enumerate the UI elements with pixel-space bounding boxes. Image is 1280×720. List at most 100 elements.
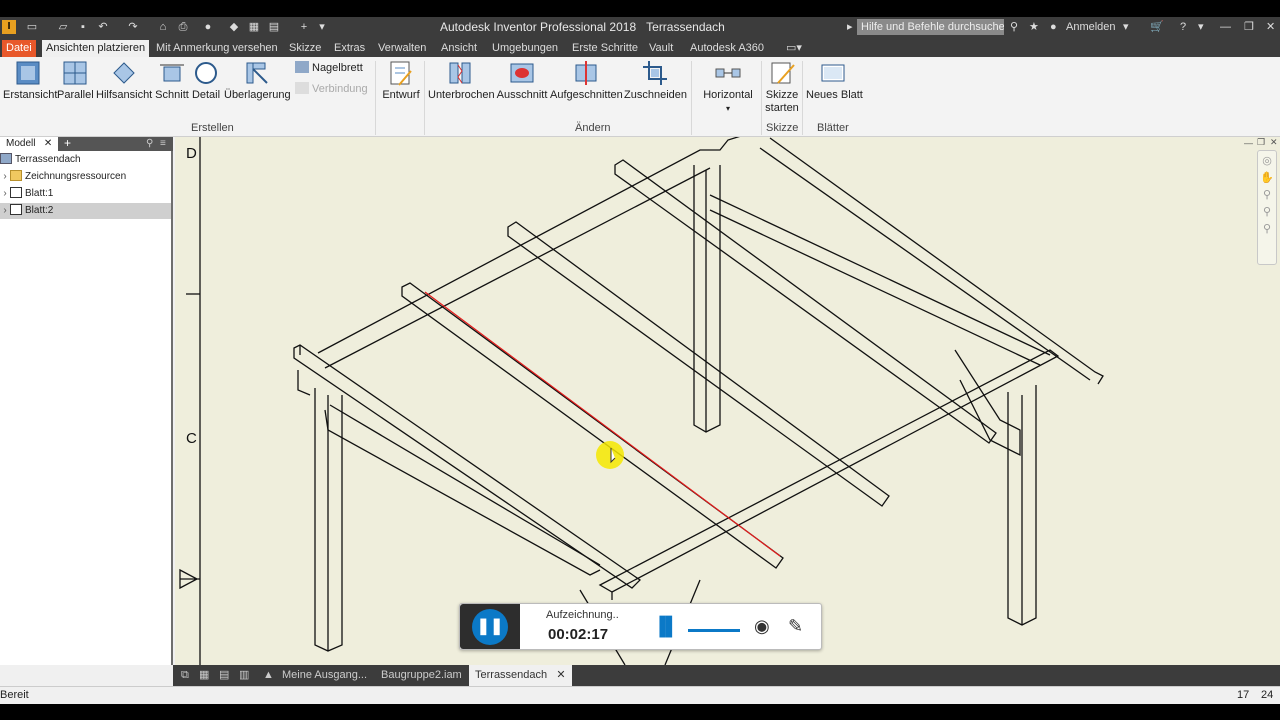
webcam-icon[interactable]: ◉ xyxy=(754,616,770,637)
break-view-icon xyxy=(449,62,471,84)
tab-autodesk-a360[interactable]: Autodesk A360 xyxy=(686,40,768,57)
doc-tab-meine-ausgang[interactable]: Meine Ausgang... xyxy=(276,665,373,686)
doc-tab-close-icon[interactable]: ✕ xyxy=(556,669,565,681)
cart-icon[interactable]: 🛒 xyxy=(1150,20,1164,34)
doc-tab-terrassendach[interactable]: Terrassendach ✕ xyxy=(469,665,572,686)
open-file-icon[interactable]: ▱ xyxy=(55,20,71,34)
tab-erste-schritte[interactable]: Erste Schritte xyxy=(568,40,642,57)
zoom-all-icon[interactable]: ⚲ xyxy=(1260,222,1274,236)
erstansicht-button[interactable]: Erstansicht xyxy=(3,59,57,102)
signin-dropdown-icon[interactable]: ▾ xyxy=(1123,20,1129,34)
parallel-button[interactable]: Parallel xyxy=(57,59,94,102)
connector-icon xyxy=(295,82,309,94)
favorites-star-icon[interactable]: ★ xyxy=(1029,20,1039,34)
entwurf-button[interactable]: Entwurf xyxy=(381,59,421,102)
nagelbrett-button[interactable]: Nagelbrett xyxy=(295,61,363,75)
skizze-starten-button[interactable]: Skizze starten xyxy=(764,59,800,115)
tab-ansichten-platzieren[interactable]: Ansichten platzieren xyxy=(42,40,150,57)
tab-verwalten[interactable]: Verwalten xyxy=(374,40,430,57)
tab-anmerkung[interactable]: Mit Anmerkung versehen xyxy=(152,40,282,57)
pan-icon[interactable]: ✋ xyxy=(1260,171,1274,185)
aufgeschnitten-button[interactable]: Aufgeschnitten xyxy=(550,59,623,102)
drawing-canvas[interactable]: D C xyxy=(175,137,1280,665)
detail-button[interactable]: Detail xyxy=(191,59,221,102)
tab-datei[interactable]: Datei xyxy=(2,40,36,57)
measure-icon[interactable]: ▦ xyxy=(246,20,262,34)
search-expand-icon[interactable]: ▸ xyxy=(847,20,853,34)
tree-node-blatt-2[interactable]: › Blatt:2 xyxy=(0,203,171,219)
verbindung-button[interactable]: Verbindung xyxy=(295,82,368,96)
browser-menu-icon[interactable]: ≡ xyxy=(160,137,166,150)
canvas-minimize-icon[interactable]: — xyxy=(1244,138,1253,148)
new-file-icon[interactable]: ▭ xyxy=(24,20,40,34)
steering-wheel-icon[interactable]: ◎ xyxy=(1260,154,1274,168)
redo-icon[interactable]: ↷ xyxy=(125,20,141,34)
hilfsansicht-button[interactable]: Hilfsansicht xyxy=(96,59,152,102)
home-icon[interactable]: ⌂ xyxy=(155,20,171,34)
horizontal-button[interactable]: Horizontal ▾ xyxy=(700,59,756,115)
save-icon[interactable]: ▪ xyxy=(75,20,91,34)
tab-vault[interactable]: Vault xyxy=(645,40,677,57)
align-horizontal-icon xyxy=(715,68,741,78)
customize-dropdown-icon[interactable]: ▾ xyxy=(314,20,330,34)
print-icon[interactable]: ⎙ xyxy=(175,20,191,34)
tab-extra-dropdown-icon[interactable]: ▭▾ xyxy=(782,40,806,57)
entwurf-label: Entwurf xyxy=(382,89,420,101)
tile-vertical-icon[interactable]: ▥ xyxy=(233,665,255,686)
canvas-close-icon[interactable]: ✕ xyxy=(1270,137,1278,148)
user-icon[interactable]: ● xyxy=(1050,20,1057,34)
pen-icon[interactable]: ✎ xyxy=(788,616,803,637)
binoculars-icon[interactable]: ⚲ xyxy=(1010,20,1018,34)
tab-umgebungen[interactable]: Umgebungen xyxy=(488,40,562,57)
recording-widget: ❚❚ Aufzeichnung.. 00:02:17 ▐▌ ◉ ✎ xyxy=(459,603,822,650)
brace xyxy=(329,404,601,566)
browser-tab-modell[interactable]: Modell ✕ xyxy=(0,137,59,151)
expand-chevron-icon[interactable]: › xyxy=(0,186,10,202)
doc-tab-label: Terrassendach xyxy=(475,669,548,681)
schnitt-label: Schnitt xyxy=(155,89,189,101)
help-icon[interactable]: ? xyxy=(1180,20,1186,34)
zuschneiden-button[interactable]: Zuschneiden xyxy=(624,59,687,102)
horizontal-dropdown-icon[interactable]: ▾ xyxy=(700,102,756,115)
tab-ansicht[interactable]: Ansicht xyxy=(437,40,481,57)
status-text: Bereit xyxy=(0,689,29,701)
material-icon[interactable]: ● xyxy=(200,20,216,34)
zoom-icon[interactable]: ⚲ xyxy=(1260,188,1274,202)
add-browser-icon[interactable]: + xyxy=(64,137,71,150)
drawing-view[interactable] xyxy=(175,137,1280,665)
ueberlagerung-button[interactable]: Überlagerung xyxy=(224,59,291,102)
doc-tab-baugruppe2[interactable]: Baugruppe2.iam xyxy=(375,665,468,686)
unterbrochen-button[interactable]: Unterbrochen xyxy=(428,59,495,102)
undo-icon[interactable]: ↶ xyxy=(95,20,111,34)
volume-slider[interactable] xyxy=(688,629,740,632)
pause-button[interactable]: ❚❚ xyxy=(472,609,508,645)
ausschnitt-button[interactable]: Ausschnitt xyxy=(496,59,548,102)
expand-chevron-icon[interactable]: › xyxy=(0,203,10,219)
tree-node-blatt-1[interactable]: › Blatt:1 xyxy=(0,186,171,202)
tree-node-terrassendach[interactable]: Terrassendach xyxy=(0,152,171,168)
expand-chevron-icon[interactable]: › xyxy=(0,169,10,185)
canvas-restore-icon[interactable]: ❐ xyxy=(1257,137,1265,148)
tab-skizze[interactable]: Skizze xyxy=(285,40,325,57)
schnitt-button[interactable]: Schnitt xyxy=(155,59,189,102)
search-input[interactable]: Hilfe und Befehle durchsuchen xyxy=(857,19,1004,35)
group-skizze: Skizze xyxy=(766,122,799,134)
tab-extras[interactable]: Extras xyxy=(330,40,369,57)
skizze-label-line2: starten xyxy=(765,102,799,114)
browser-search-icon[interactable]: ⚲ xyxy=(146,137,153,150)
audio-level-icon[interactable]: ▐▌ xyxy=(653,616,679,636)
cascade-windows-icon[interactable]: ⧉ xyxy=(175,665,195,686)
add-icon[interactable]: + xyxy=(296,20,312,34)
help-dropdown-icon[interactable]: ▾ xyxy=(1198,20,1204,34)
signin-button[interactable]: Anmelden xyxy=(1066,20,1116,34)
appearance-icon[interactable]: ◆ xyxy=(226,20,242,34)
tree-node-zeichnungsressourcen[interactable]: › Zeichnungsressourcen xyxy=(0,169,171,185)
neues-blatt-button[interactable]: Neues Blatt xyxy=(806,59,863,102)
zoom-window-icon[interactable]: ⚲ xyxy=(1260,205,1274,219)
inventor-logo-icon[interactable]: I xyxy=(2,20,16,34)
parameters-icon[interactable]: ▤ xyxy=(266,20,282,34)
minimize-icon[interactable]: — xyxy=(1220,20,1231,34)
restore-icon[interactable]: ❐ xyxy=(1244,20,1254,34)
close-icon[interactable]: ✕ xyxy=(1266,20,1275,34)
browser-tab-close-icon[interactable]: ✕ xyxy=(44,138,52,149)
